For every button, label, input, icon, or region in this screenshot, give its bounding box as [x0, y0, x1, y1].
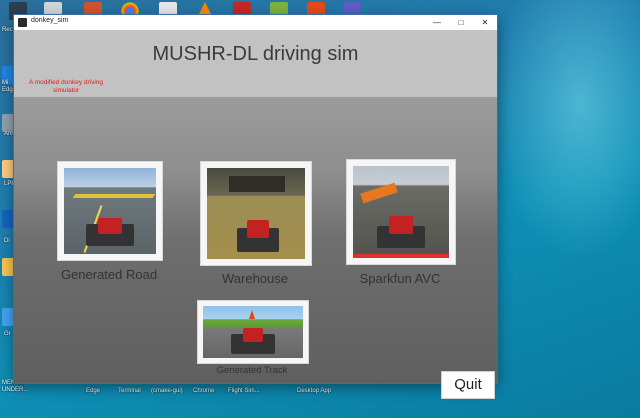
app-icon — [18, 18, 27, 27]
window-titlebar[interactable]: donkey_sim — □ ✕ — [14, 15, 497, 30]
desktop-wallpaper-wave — [490, 0, 640, 260]
generated-road-thumbnail — [64, 168, 156, 254]
desktop-label-di: Di — [4, 238, 10, 244]
track-card-sparkfun-avc[interactable] — [346, 159, 456, 265]
desktop-label-gr: Gr — [4, 331, 11, 337]
track-card-warehouse[interactable] — [200, 161, 312, 266]
label-generated-track: Generated Track — [216, 365, 288, 376]
close-icon[interactable]: ✕ — [473, 15, 497, 30]
app-window: donkey_sim — □ ✕ MUSHR-DL driving sim A … — [14, 15, 497, 399]
label-warehouse: Warehouse — [222, 271, 288, 286]
desktop-label-mi: Mi — [2, 80, 9, 86]
desktop-label-ani: Ani — [4, 131, 13, 137]
track-card-generated-track[interactable] — [197, 300, 309, 364]
quit-button[interactable]: Quit — [441, 371, 495, 399]
track-card-generated-road[interactable] — [57, 161, 163, 261]
maximize-icon[interactable]: □ — [449, 15, 473, 30]
taskbar-label-chrome[interactable]: Chrome — [193, 388, 214, 394]
generated-track-thumbnail — [203, 306, 303, 358]
label-sparkfun-avc: Sparkfun AVC — [359, 271, 441, 286]
taskbar-label-flightsim[interactable]: Flight Sim... — [228, 388, 260, 394]
sparkfun-avc-thumbnail — [353, 166, 449, 258]
warehouse-thumbnail — [207, 168, 305, 259]
taskbar-label-terminal[interactable]: Terminal — [118, 388, 141, 394]
taskbar-label-cmake[interactable]: (cmake-gui) — [151, 388, 183, 394]
taskbar-label-edge[interactable]: Edge — [86, 388, 100, 394]
app-subtitle: A modified donkey driving simulator — [28, 79, 104, 94]
page-title: MUSHR-DL driving sim — [152, 43, 359, 65]
window-title: donkey_sim — [31, 17, 69, 24]
minimize-icon[interactable]: — — [425, 15, 449, 30]
label-generated-road: Generated Road — [60, 267, 158, 282]
taskbar-label-desktopapp[interactable]: Desktop App — [297, 388, 331, 394]
app-header: MUSHR-DL driving sim A modified donkey d… — [14, 30, 497, 97]
app-client-area: MUSHR-DL driving sim A modified donkey d… — [14, 30, 497, 399]
